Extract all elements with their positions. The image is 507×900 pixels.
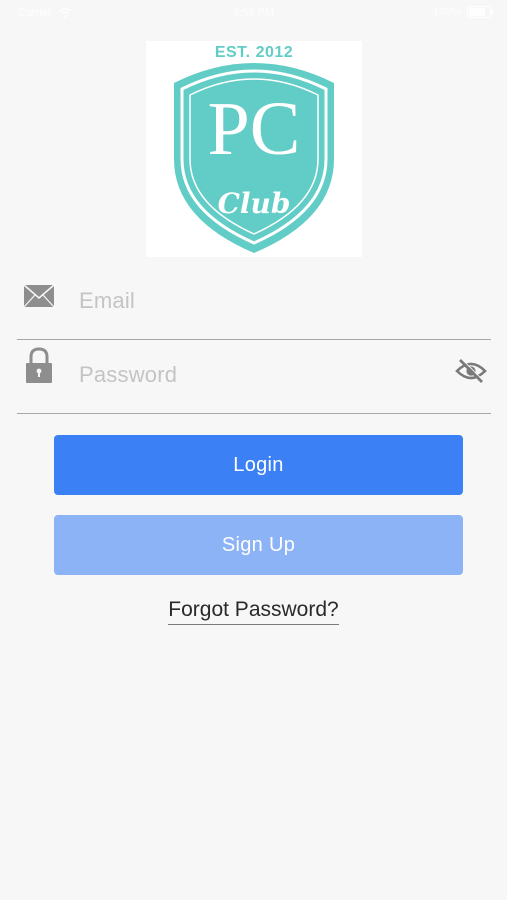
sign-up-button[interactable]: Sign Up: [54, 515, 463, 575]
status-time: 3:59 PM: [233, 7, 274, 19]
padlock-icon: [26, 347, 52, 383]
status-right: 100%: [432, 6, 493, 18]
email-input[interactable]: [77, 281, 441, 321]
email-field-row: [17, 265, 491, 340]
status-bar: Carrier 3:59 PM 100%: [0, 0, 507, 28]
logo-est-text: EST. 2012: [214, 44, 294, 61]
login-button[interactable]: Login: [54, 435, 463, 495]
battery-percentage: 100%: [432, 6, 461, 18]
envelope-icon: [23, 284, 55, 308]
logo-initials: PC: [207, 87, 301, 171]
forgot-password-link[interactable]: Forgot Password?: [168, 598, 339, 625]
logo-club-text: Club: [217, 187, 291, 220]
forgot-password-row: Forgot Password?: [0, 598, 507, 625]
password-input[interactable]: [77, 355, 441, 395]
eye-slash-icon[interactable]: [455, 357, 487, 385]
password-field-row: [17, 339, 491, 414]
club-logo: EST. 2012 PC Club: [146, 41, 362, 257]
battery-icon: [467, 6, 493, 18]
